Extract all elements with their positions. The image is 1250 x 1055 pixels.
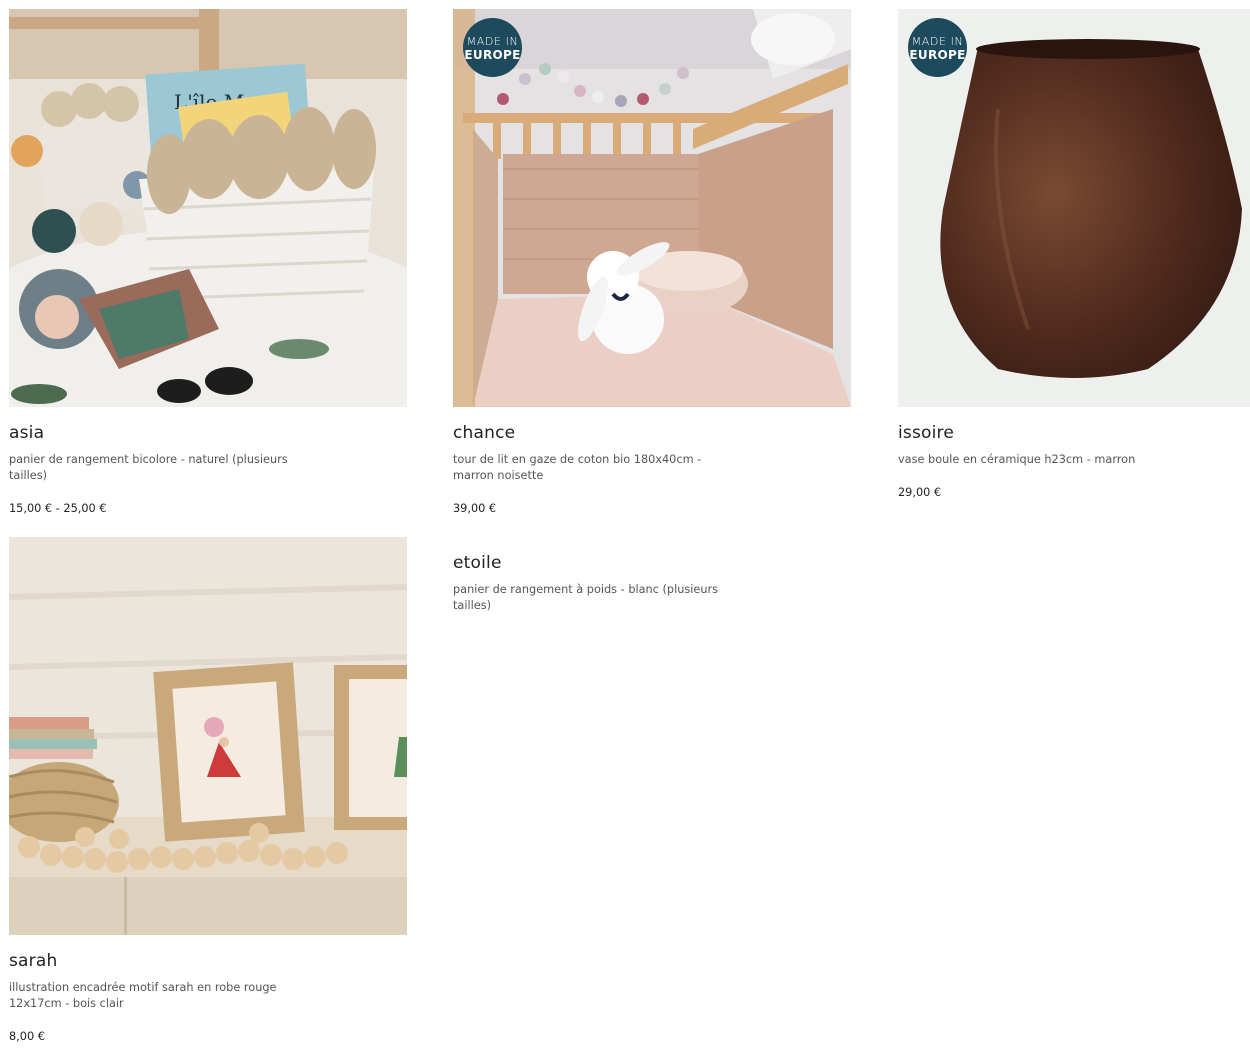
badge-line2: EUROPE [909,48,966,62]
badge-line1: MADE IN [911,35,964,48]
product-image-asia[interactable]: L'île Maur liette [9,9,407,407]
product-name[interactable]: asia [9,423,44,443]
product-name[interactable]: issoire [898,423,954,443]
product-description: tour de lit en gaze de coton bio 180x40c… [453,453,702,482]
made-in-europe-badge: MADE IN EUROPE [908,18,967,77]
product-price: 15,00 € - 25,00 € [9,502,107,515]
product-image-sarah[interactable] [9,537,407,935]
badge-line1: MADE IN [466,35,519,48]
made-in-europe-badge: MADE IN EUROPE [463,18,522,77]
product-card-issoire[interactable]: MADE IN EUROPE issoire vase boule en cér… [898,9,1250,499]
product-card-chance[interactable]: MADE IN EUROPE chance tour de lit en gaz… [453,9,851,515]
product-description: vase boule en céramique h23cm - marron [898,453,1136,466]
product-image-issoire[interactable]: MADE IN EUROPE [898,9,1250,407]
product-description: panier de rangement à poids - blanc (plu… [453,583,719,612]
product-name[interactable]: sarah [9,951,57,971]
product-description: panier de rangement bicolore - naturel (… [9,453,288,482]
product-name[interactable]: etoile [453,553,502,573]
product-name[interactable]: chance [453,423,515,443]
badge-line2: EUROPE [464,48,521,62]
product-price: 29,00 € [898,486,942,499]
product-card-sarah[interactable]: sarah illustration encadrée motif sarah … [9,537,407,1043]
product-price: 39,00 € [453,502,497,515]
product-card-asia[interactable]: L'île Maur liette asia panier de [9,9,407,515]
product-price: 8,00 € [9,1030,45,1043]
product-description: illustration encadrée motif sarah en rob… [9,981,277,1010]
product-image-chance[interactable]: MADE IN EUROPE [453,9,851,407]
